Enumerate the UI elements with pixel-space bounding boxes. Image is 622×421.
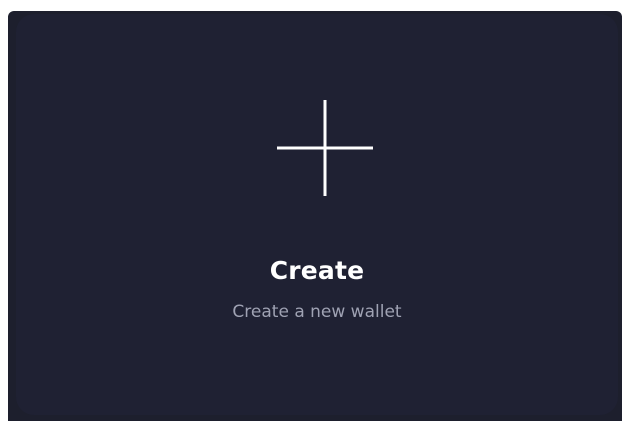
card-subtitle: Create a new wallet [232, 302, 402, 322]
plus-icon [277, 100, 373, 196]
create-wallet-card[interactable]: Create Create a new wallet [16, 14, 618, 415]
card-title: Create [269, 256, 365, 285]
create-wallet-panel: Create Create a new wallet [8, 11, 622, 421]
